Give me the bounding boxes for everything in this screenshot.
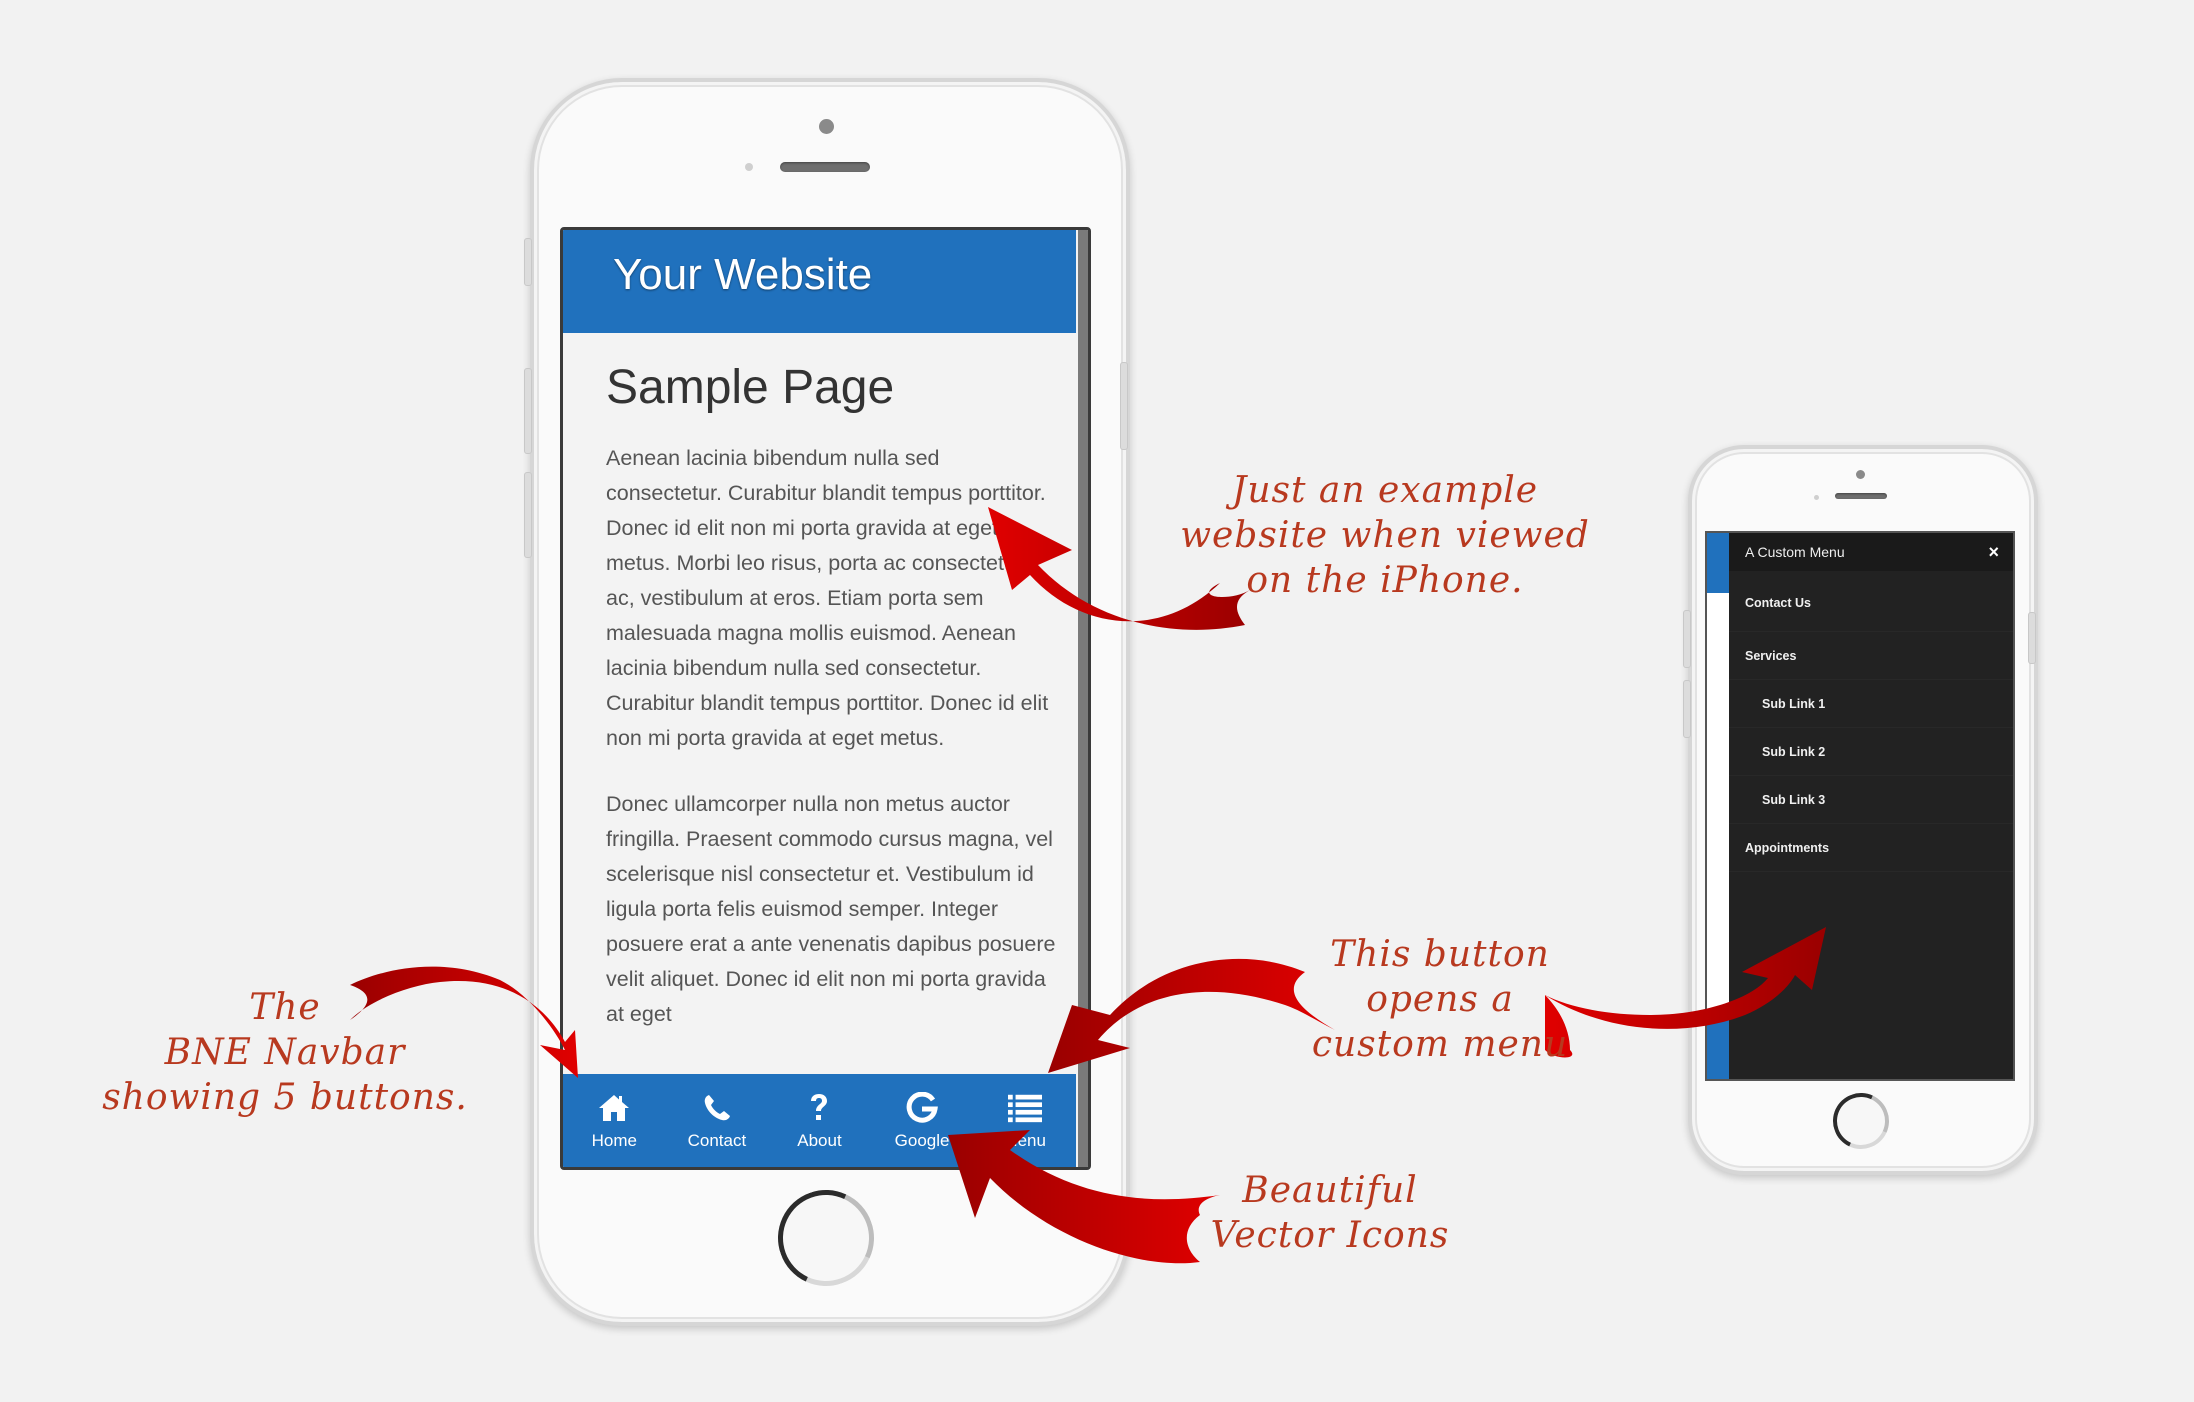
site-header-behind — [1707, 533, 1729, 593]
annotation-example-website: Just an example website when viewed on t… — [1175, 468, 1595, 603]
annotation-line: showing 5 buttons. — [102, 1077, 468, 1118]
earpiece-speaker — [1835, 493, 1887, 499]
nav-contact-button[interactable]: Contact — [666, 1074, 769, 1167]
menu-item-appointments[interactable]: Appointments — [1729, 824, 2013, 872]
proximity-sensor — [745, 163, 753, 171]
volume-up-button — [524, 368, 532, 454]
nav-label: Google — [894, 1130, 950, 1150]
paragraph: Aenean lacinia bibendum nulla sed consec… — [606, 446, 1049, 750]
list-icon — [1007, 1091, 1042, 1125]
question-icon — [802, 1091, 836, 1125]
menu-item-services[interactable]: Services — [1729, 632, 2013, 680]
annotation-navbar: The BNE Navbar showing 5 buttons. — [100, 985, 470, 1120]
menu-header: A Custom Menu × — [1729, 533, 2013, 571]
front-camera — [1856, 470, 1865, 479]
nav-label: Contact — [687, 1130, 747, 1150]
annotation-line: BNE Navbar — [164, 1032, 406, 1073]
nav-label: Menu — [1003, 1130, 1046, 1150]
annotation-line: website when viewed — [1180, 515, 1590, 556]
annotation-vector-icons: Beautiful Vector Icons — [1210, 1168, 1450, 1258]
site-header: Your Website — [563, 230, 1076, 333]
main-screen: Your Website Sample Page Aenean lacinia … — [560, 227, 1091, 1170]
phone-icon — [700, 1091, 734, 1125]
power-button — [1120, 362, 1128, 450]
volume-down-button — [1683, 680, 1691, 738]
earpiece-speaker — [780, 162, 870, 172]
annotation-line: This button — [1330, 934, 1550, 975]
menu-title: A Custom Menu — [1745, 544, 1845, 560]
nav-google-button[interactable]: Google — [871, 1074, 974, 1167]
proximity-sensor — [1814, 495, 1819, 500]
nav-home-button[interactable]: Home — [563, 1074, 666, 1167]
nav-label: Home — [591, 1130, 637, 1150]
volume-down-button — [524, 472, 532, 558]
bne-navbar: Home Contact About Google Menu — [563, 1074, 1076, 1167]
custom-menu-panel: A Custom Menu × Contact Us Services Sub … — [1729, 533, 2013, 1079]
menu-item-sub-link-2[interactable]: Sub Link 2 — [1729, 728, 2013, 776]
page-title: Sample Page — [606, 361, 895, 414]
close-icon[interactable]: × — [1988, 542, 1999, 563]
annotation-line: opens a — [1366, 979, 1514, 1020]
annotation-line: Vector Icons — [1210, 1215, 1450, 1256]
annotation-line: Just an example — [1231, 470, 1539, 511]
nav-about-button[interactable]: About — [768, 1074, 871, 1167]
page-content: Sample Page Aenean lacinia bibendum null… — [606, 360, 1056, 1063]
site-title[interactable]: Your Website — [613, 250, 872, 300]
volume-up-button — [1683, 610, 1691, 668]
nav-label: About — [797, 1130, 842, 1150]
mute-switch — [524, 238, 532, 286]
annotation-line: Beautiful — [1242, 1170, 1418, 1211]
annotation-line: on the iPhone. — [1246, 560, 1524, 601]
menu-item-contact-us[interactable]: Contact Us — [1729, 571, 2013, 632]
menu-item-sub-link-3[interactable]: Sub Link 3 — [1729, 776, 2013, 824]
menu-item-sub-link-1[interactable]: Sub Link 1 — [1729, 680, 2013, 728]
annotation-line: The — [249, 987, 321, 1028]
front-camera — [819, 119, 834, 134]
power-button — [2028, 612, 2036, 664]
home-icon — [597, 1091, 631, 1125]
annotation-custom-menu: This button opens a custom menu — [1295, 932, 1585, 1067]
annotation-line: custom menu — [1311, 1024, 1569, 1065]
navbar-behind — [1707, 1019, 1729, 1079]
paragraph: Donec ullamcorper nulla non metus auctor… — [606, 792, 1056, 1026]
nav-menu-button[interactable]: Menu — [973, 1074, 1076, 1167]
google-icon — [905, 1091, 939, 1125]
menu-screen: A Custom Menu × Contact Us Services Sub … — [1705, 531, 2015, 1081]
scrollbar[interactable] — [1078, 230, 1088, 1167]
